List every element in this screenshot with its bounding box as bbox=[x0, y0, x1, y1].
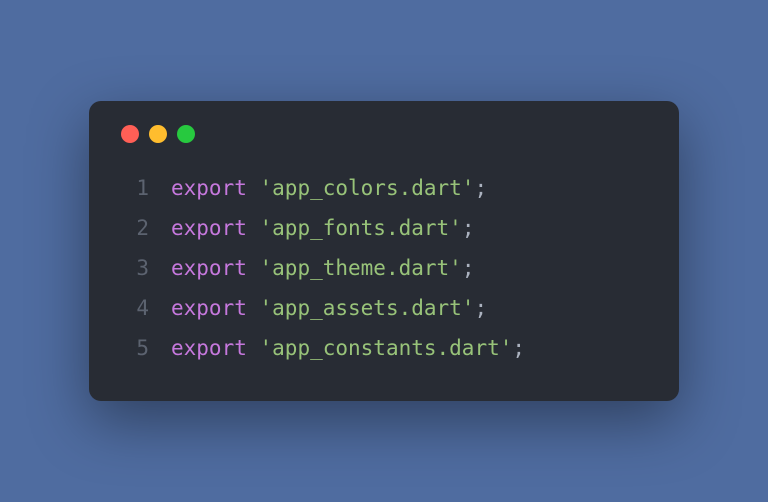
code-line: 2 export 'app_fonts.dart'; bbox=[121, 209, 647, 249]
string-token: 'app_assets.dart' bbox=[260, 289, 475, 329]
punct-token: ; bbox=[474, 289, 487, 329]
keyword-token: export bbox=[171, 249, 247, 289]
code-line: 3 export 'app_theme.dart'; bbox=[121, 249, 647, 289]
code-window: 1 export 'app_colors.dart'; 2 export 'ap… bbox=[89, 101, 679, 400]
code-line: 4 export 'app_assets.dart'; bbox=[121, 289, 647, 329]
keyword-token: export bbox=[171, 289, 247, 329]
minimize-icon[interactable] bbox=[149, 125, 167, 143]
line-number: 2 bbox=[121, 209, 149, 249]
close-icon[interactable] bbox=[121, 125, 139, 143]
punct-token: ; bbox=[462, 249, 475, 289]
maximize-icon[interactable] bbox=[177, 125, 195, 143]
keyword-token: export bbox=[171, 169, 247, 209]
keyword-token: export bbox=[171, 209, 247, 249]
punct-token: ; bbox=[474, 169, 487, 209]
line-number: 4 bbox=[121, 289, 149, 329]
window-controls bbox=[121, 125, 647, 143]
line-number: 5 bbox=[121, 329, 149, 369]
punct-token: ; bbox=[462, 209, 475, 249]
line-number: 1 bbox=[121, 169, 149, 209]
string-token: 'app_fonts.dart' bbox=[260, 209, 462, 249]
string-token: 'app_colors.dart' bbox=[260, 169, 475, 209]
string-token: 'app_theme.dart' bbox=[260, 249, 462, 289]
punct-token: ; bbox=[512, 329, 525, 369]
code-block: 1 export 'app_colors.dart'; 2 export 'ap… bbox=[121, 169, 647, 368]
string-token: 'app_constants.dart' bbox=[260, 329, 513, 369]
line-number: 3 bbox=[121, 249, 149, 289]
keyword-token: export bbox=[171, 329, 247, 369]
code-line: 5 export 'app_constants.dart'; bbox=[121, 329, 647, 369]
code-line: 1 export 'app_colors.dart'; bbox=[121, 169, 647, 209]
